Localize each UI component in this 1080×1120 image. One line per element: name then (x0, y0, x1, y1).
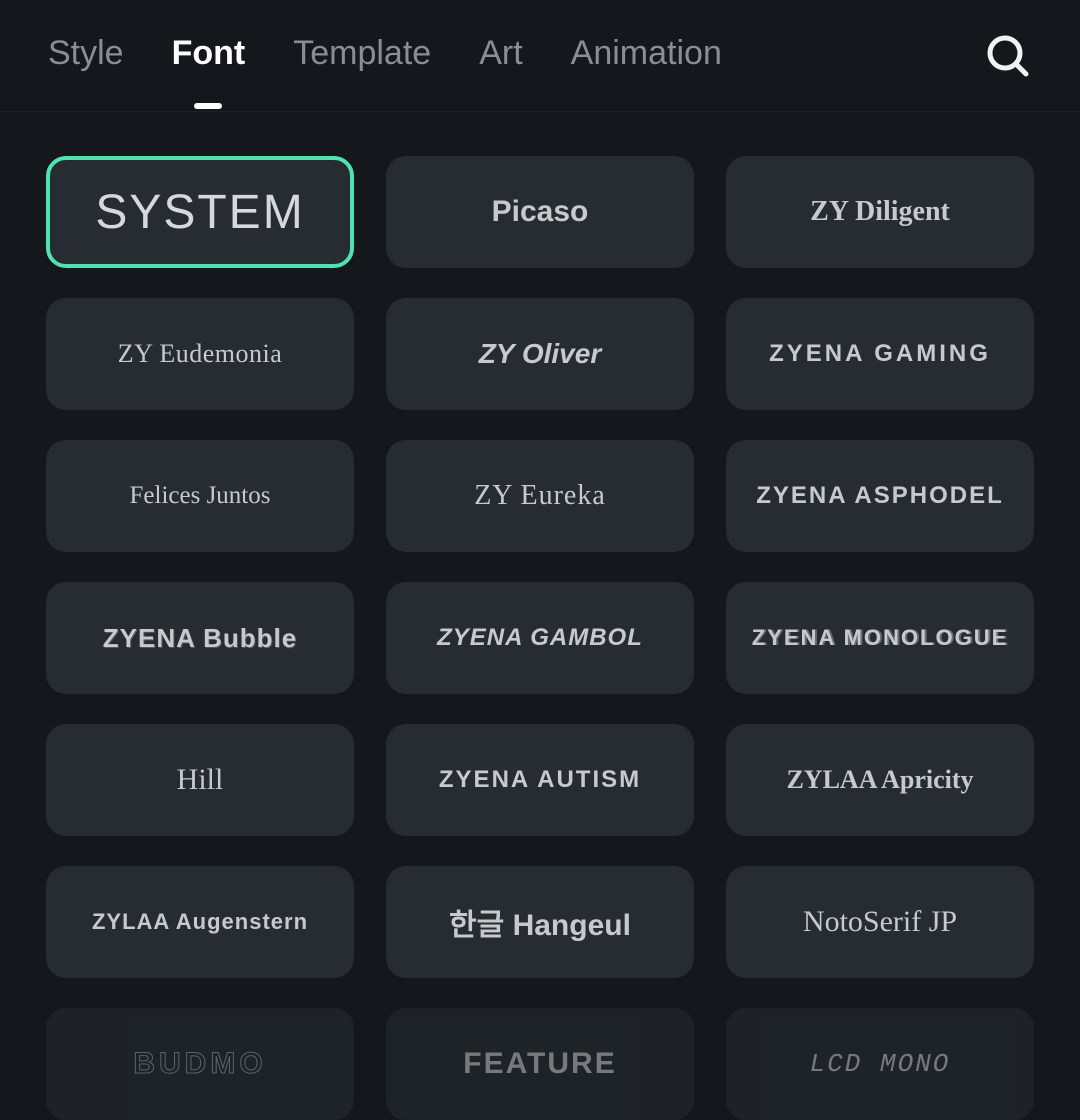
font-label: FEATURE (463, 1047, 616, 1081)
search-icon (984, 32, 1032, 80)
font-label: ZYENA GAMBOL (437, 624, 643, 652)
font-card-hill[interactable]: Hill (46, 724, 354, 836)
font-label: ZYLAA Augenstern (92, 909, 308, 935)
font-card-zy-eudemonia[interactable]: ZY Eudemonia (46, 298, 354, 410)
tab-art[interactable]: Art (479, 34, 522, 77)
font-grid: SYSTEM Picaso ZY Diligent ZY Eudemonia Z… (0, 112, 1080, 1120)
font-card-zy-diligent[interactable]: ZY Diligent (726, 156, 1034, 268)
font-label: Hill (177, 763, 224, 797)
font-label: ZYLAA Apricity (786, 765, 973, 795)
font-card-zyena-gaming[interactable]: ZYENA GAMING (726, 298, 1034, 410)
search-button[interactable] (984, 32, 1032, 80)
font-label: NotoSerif JP (803, 905, 957, 939)
font-card-budmo[interactable]: BUDMO (46, 1008, 354, 1120)
font-card-zy-oliver[interactable]: ZY Oliver (386, 298, 694, 410)
font-label: ZY Diligent (810, 196, 950, 228)
font-card-zyena-gambol[interactable]: ZYENA GAMBOL (386, 582, 694, 694)
font-card-zy-eureka[interactable]: ZY Eureka (386, 440, 694, 552)
font-card-notoserif-jp[interactable]: NotoSerif JP (726, 866, 1034, 978)
font-label: ZYENA MONOLOGUE (752, 625, 1009, 651)
font-label: Felices Juntos (130, 482, 271, 510)
font-card-zylaa-augenstern[interactable]: ZYLAA Augenstern (46, 866, 354, 978)
font-label: ZYENA AUTISM (439, 766, 641, 794)
font-label: ZY Oliver (479, 338, 601, 370)
tab-animation[interactable]: Animation (571, 34, 722, 77)
font-card-feature[interactable]: FEATURE (386, 1008, 694, 1120)
header-bar: Style Font Template Art Animation (0, 0, 1080, 112)
font-label: Picaso (492, 195, 589, 229)
font-card-lcd-mono[interactable]: LCD MONO (726, 1008, 1034, 1120)
font-label: ZY Eudemonia (118, 339, 283, 369)
font-card-system[interactable]: SYSTEM (46, 156, 354, 268)
font-label: LCD MONO (810, 1049, 951, 1079)
font-label: SYSTEM (95, 185, 304, 240)
font-label: ZYENA ASPHODEL (756, 482, 1004, 510)
font-card-picaso[interactable]: Picaso (386, 156, 694, 268)
font-label: ZY Eureka (474, 480, 606, 512)
font-card-hangeul[interactable]: 한글 Hangeul (386, 866, 694, 978)
font-card-zylaa-apricity[interactable]: ZYLAA Apricity (726, 724, 1034, 836)
tab-list: Style Font Template Art Animation (48, 34, 984, 77)
tab-font[interactable]: Font (172, 34, 246, 77)
font-label: 한글 Hangeul (449, 900, 631, 944)
font-card-zyena-asphodel[interactable]: ZYENA ASPHODEL (726, 440, 1034, 552)
font-card-zyena-autism[interactable]: ZYENA AUTISM (386, 724, 694, 836)
tab-style[interactable]: Style (48, 34, 124, 77)
font-card-zyena-monologue[interactable]: ZYENA MONOLOGUE (726, 582, 1034, 694)
font-label: ZYENA Bubble (103, 623, 297, 654)
font-card-felices-juntos[interactable]: Felices Juntos (46, 440, 354, 552)
tab-template[interactable]: Template (293, 34, 431, 77)
font-label: ZYENA GAMING (769, 340, 991, 368)
font-card-zyena-bubble[interactable]: ZYENA Bubble (46, 582, 354, 694)
font-label: BUDMO (133, 1047, 266, 1081)
